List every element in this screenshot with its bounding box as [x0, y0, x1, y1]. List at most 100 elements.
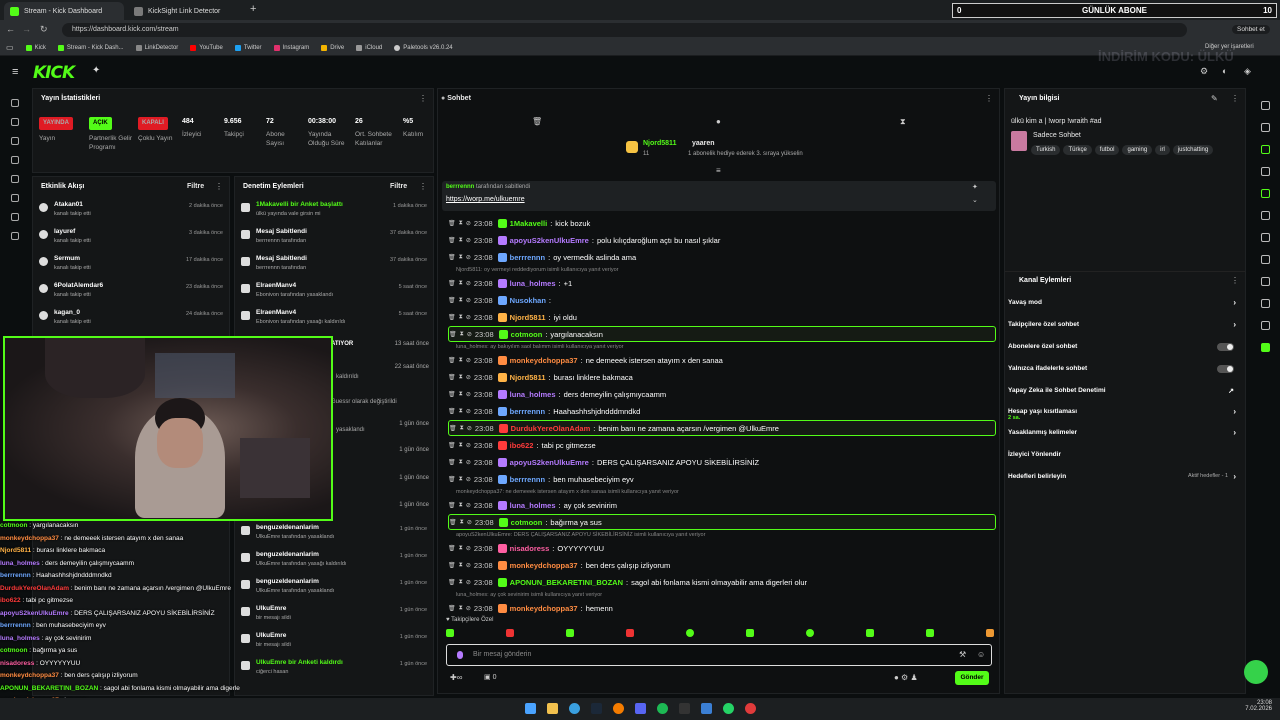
chat-username[interactable]: ibo622: [510, 441, 534, 450]
channel-action[interactable]: Yapay Zeka ile Sohbet Denetimi ↗: [1008, 387, 1242, 395]
chat-message[interactable]: 🗑 ⧗ ⊘ 23:08 apoyuS2kenUlkuEmre: polu kılıçdar…: [448, 232, 996, 248]
expand-icon[interactable]: ≡: [716, 166, 721, 175]
chat-message[interactable]: 🗑 ⧗ ⊘ 23:08 APONUN_BEKARETINI_BOZAN: sagol ab…: [448, 574, 996, 590]
emote-icon[interactable]: [746, 629, 754, 637]
moon-icon[interactable]: [1260, 101, 1270, 110]
bookmark-linkdetector[interactable]: LinkDetector: [135, 44, 178, 51]
timeout-icon[interactable]: ⧗: [459, 297, 463, 304]
chevron-right-icon[interactable]: ›: [1233, 320, 1236, 329]
code-icon[interactable]: [11, 213, 19, 221]
timeout-icon[interactable]: ⧗: [459, 220, 463, 227]
chat-username[interactable]: luna_holmes: [510, 390, 556, 399]
stream-tag[interactable]: Türkçe: [1063, 145, 1092, 155]
trash-icon[interactable]: 🗑: [532, 117, 542, 126]
chat-username[interactable]: luna_holmes: [510, 279, 556, 288]
chevron-right-icon[interactable]: ›: [1233, 298, 1236, 307]
delete-icon[interactable]: 🗑: [449, 331, 457, 338]
chat-input[interactable]: Bir mesaj gönderin ⚒ ☺: [446, 644, 992, 666]
delete-icon[interactable]: 🗑: [448, 237, 456, 244]
activity-item[interactable]: kagan_0 kanalı takip etti 24 dakika önce: [33, 307, 229, 334]
reload-icon[interactable]: ↻: [40, 24, 48, 35]
filter-button[interactable]: Filtre: [390, 183, 407, 190]
mod-tools-icon[interactable]: ✚∞: [450, 673, 462, 682]
chat-message[interactable]: 🗑 ⧗ ⊘ 23:08 Nusokhan:: [448, 292, 996, 308]
chat-message[interactable]: 🗑 ⧗ ⊘ 23:08 cotmoon: yargılanacaksın: [448, 326, 996, 342]
chat-username[interactable]: berrrennn: [510, 407, 545, 416]
bookmark-instagram[interactable]: Instagram: [273, 44, 309, 51]
file-explorer-icon[interactable]: [547, 703, 558, 714]
stream-tag[interactable]: futbol: [1094, 145, 1120, 155]
delete-icon[interactable]: 🗑: [448, 374, 456, 381]
chat-message[interactable]: 🗑 ⧗ ⊘ 23:08 nisadoress: OYYYYYYUU: [448, 540, 996, 556]
chat-message[interactable]: 🗑 ⧗ ⊘ 23:08 berrrennn: oy vermedik aslinda am…: [448, 249, 996, 265]
emote-icon[interactable]: [626, 629, 634, 637]
timeout-icon[interactable]: ⧗: [460, 519, 464, 526]
emote-icon[interactable]: [446, 629, 454, 637]
filter-button[interactable]: Filtre: [187, 183, 204, 190]
wrench-icon[interactable]: [1260, 299, 1270, 308]
timeout-icon[interactable]: ⧗: [459, 562, 463, 569]
send-button[interactable]: Gönder: [955, 671, 989, 685]
chat-message[interactable]: 🗑 ⧗ ⊘ 23:08 Njord5811: burası linklere bakmac…: [448, 369, 996, 385]
new-tab-icon[interactable]: +: [250, 3, 256, 15]
timeout-icon[interactable]: ⧗: [459, 374, 463, 381]
chat-username[interactable]: luna_holmes: [510, 501, 556, 510]
notification-icon[interactable]: ◐: [1222, 66, 1227, 76]
ban-icon[interactable]: ⊘: [467, 425, 472, 432]
video-icon[interactable]: [11, 175, 19, 183]
bookmark-twitter[interactable]: Twitter: [234, 44, 262, 51]
delete-icon[interactable]: 🗑: [448, 297, 456, 304]
card-icon[interactable]: [1260, 277, 1270, 286]
category-name[interactable]: Sadece Sohbet: [1033, 132, 1081, 139]
users-icon[interactable]: [11, 137, 19, 145]
delete-icon[interactable]: 🗑: [448, 605, 456, 612]
delete-icon[interactable]: 🗑: [448, 391, 456, 398]
chat-username[interactable]: apoyuS2kenUlkuEmre: [510, 236, 589, 245]
obs-icon[interactable]: [679, 703, 690, 714]
bookmark-icloud[interactable]: iCloud: [356, 44, 382, 51]
firefox-icon[interactable]: [613, 703, 624, 714]
target-icon[interactable]: [1260, 167, 1270, 176]
ban-icon[interactable]: ⊘: [466, 297, 471, 304]
moderation-item[interactable]: UlkuEmre bir Anketi kaldırdı ciğerci hasa…: [235, 657, 433, 684]
timeout-icon[interactable]: ⧗: [459, 254, 463, 261]
chat-message[interactable]: 🗑 ⧗ ⊘ 23:08 cotmoon: bağırma ya sus: [448, 514, 996, 530]
moderation-item[interactable]: UlkuEmre bir mesajı sildi 1 gün önce: [235, 603, 433, 630]
moderation-item[interactable]: 1Makavelli bir Anket başlattı ülkü yayınd…: [235, 199, 433, 226]
emote-icon[interactable]: [986, 629, 994, 637]
delete-icon[interactable]: 🗑: [449, 425, 457, 432]
chat-username[interactable]: Nusokhan: [510, 296, 546, 305]
chat-username[interactable]: nisadoress: [510, 544, 550, 553]
ban-icon[interactable]: ⊘: [466, 314, 471, 321]
ban-icon[interactable]: ⊘: [466, 562, 471, 569]
chat-username[interactable]: berrrennn: [510, 475, 545, 484]
timeout-icon[interactable]: ⧗: [460, 331, 464, 338]
chat-username[interactable]: cotmoon: [511, 518, 543, 527]
bolt-icon[interactable]: [1260, 189, 1270, 198]
ban-icon[interactable]: ⊘: [466, 357, 471, 364]
discord-icon[interactable]: [635, 703, 646, 714]
chat-message[interactable]: 🗑 ⧗ ⊘ 23:08 Njord5811: iyi oldu: [448, 309, 996, 325]
chevron-right-icon[interactable]: ›: [1233, 472, 1236, 481]
chat-message[interactable]: 🗑 ⧗ ⊘ 23:08 monkeydchoppa37: hemenn: [448, 600, 996, 616]
timeout-icon[interactable]: ⧗: [459, 545, 463, 552]
system-clock[interactable]: 23:08 7.02.2026: [1238, 700, 1272, 712]
grid-icon[interactable]: [1260, 343, 1270, 352]
chat-username[interactable]: monkeydchoppa37: [510, 604, 578, 613]
app-icon[interactable]: [701, 703, 712, 714]
timeout-icon[interactable]: ⧗: [459, 237, 463, 244]
pinned-link[interactable]: https://worp.me/ulkuemre: [446, 196, 525, 203]
bookmark-youtube[interactable]: YouTube: [190, 44, 223, 51]
delete-icon[interactable]: 🗑: [448, 579, 456, 586]
delete-icon[interactable]: 🗑: [448, 459, 456, 466]
edge-icon[interactable]: [569, 703, 580, 714]
ban-icon[interactable]: ⊘: [467, 331, 472, 338]
chevron-right-icon[interactable]: ›: [1233, 428, 1236, 437]
delete-icon[interactable]: 🗑: [448, 280, 456, 287]
ban-icon[interactable]: ⊘: [466, 280, 471, 287]
top-gifter-name[interactable]: Njord5811: [643, 140, 676, 147]
stream-tag[interactable]: justchatting: [1172, 145, 1214, 155]
channel-action[interactable]: Yalnızca ifadelerle sohbet: [1008, 365, 1242, 373]
edit-icon[interactable]: ✎: [1211, 94, 1218, 103]
activity-item[interactable]: Sermum kanalı takip etti 17 dakika önce: [33, 253, 229, 280]
